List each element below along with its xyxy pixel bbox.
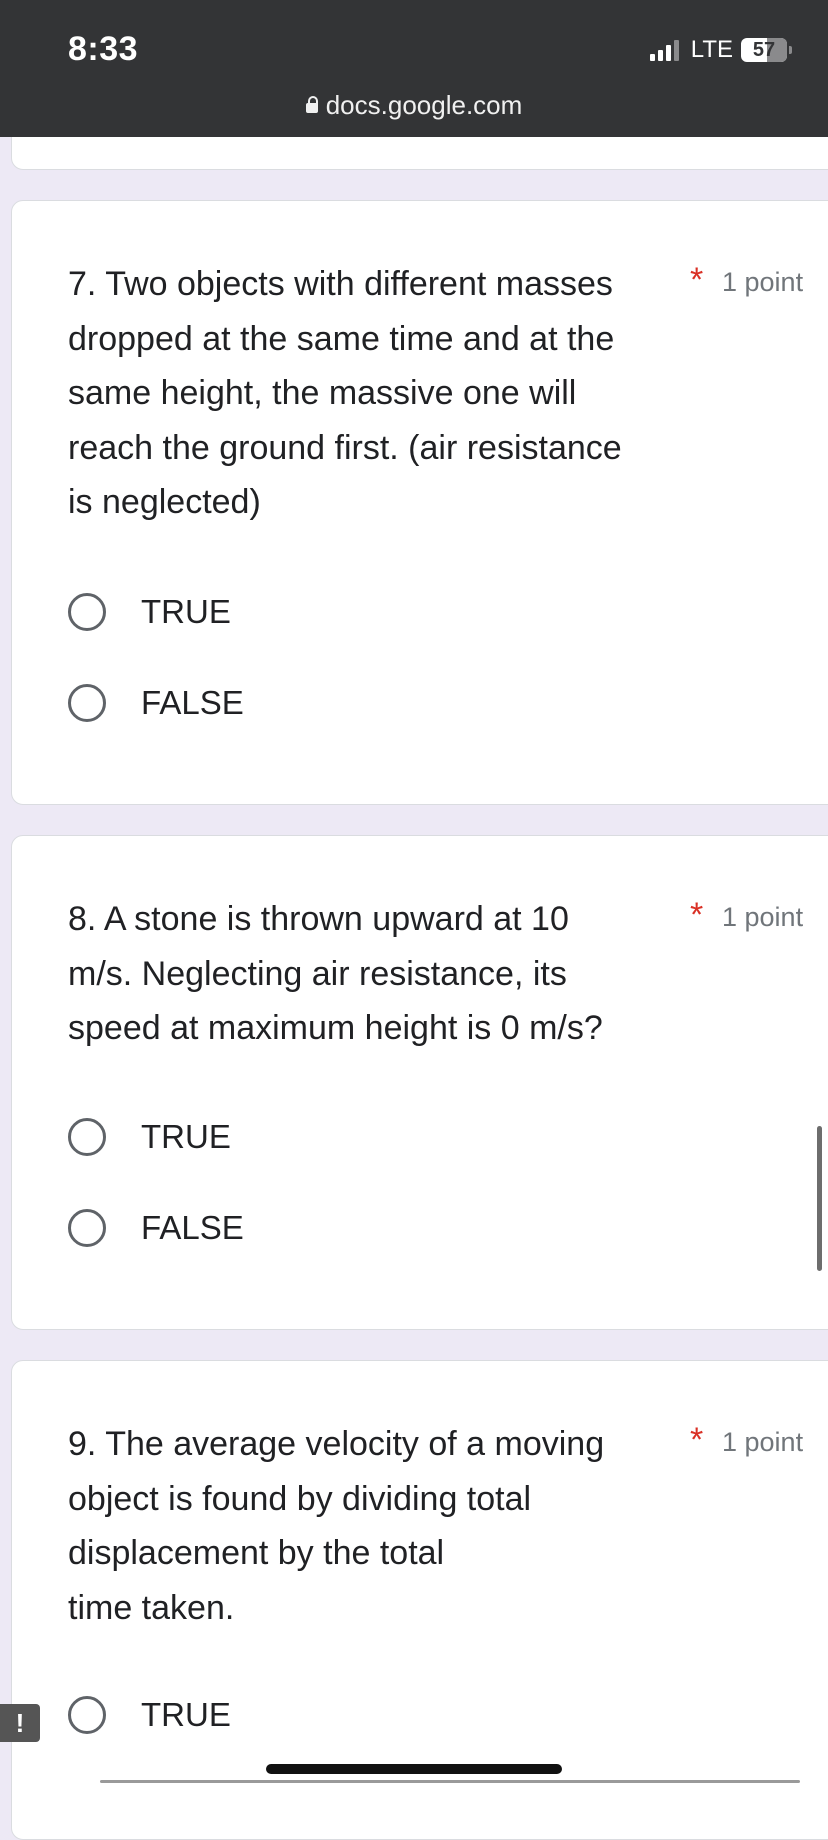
scroll-indicator[interactable] bbox=[817, 1126, 822, 1271]
radio-button[interactable] bbox=[68, 1209, 106, 1247]
radio-button[interactable] bbox=[68, 1118, 106, 1156]
option-label: FALSE bbox=[141, 684, 244, 721]
question-title: 7. Two objects with different masses dro… bbox=[68, 265, 622, 521]
question-card-8: 8. A stone is thrown upward at 10 m/s. N… bbox=[11, 835, 828, 1330]
question-title: 8. A stone is thrown upward at 10 m/s. N… bbox=[68, 900, 603, 1047]
lock-icon bbox=[305, 96, 318, 113]
option-label: TRUE bbox=[141, 1696, 231, 1733]
option-false[interactable]: FALSE bbox=[68, 1205, 244, 1251]
question-points: 1 point bbox=[722, 902, 804, 932]
question-points: 1 point bbox=[722, 267, 804, 297]
signal-icon bbox=[649, 39, 679, 61]
required-asterisk: * bbox=[690, 896, 704, 934]
network-type: LTE bbox=[690, 36, 733, 63]
bottom-toolbar-line bbox=[100, 1780, 800, 1783]
option-label: TRUE bbox=[141, 1118, 231, 1155]
url-bar[interactable]: docs.google.com bbox=[0, 90, 828, 121]
radio-button[interactable] bbox=[68, 684, 106, 722]
question-card-7: 7. Two objects with different masses dro… bbox=[11, 200, 828, 805]
url-domain: docs.google.com bbox=[325, 90, 523, 120]
question-points: 1 point bbox=[722, 1427, 804, 1457]
option-false[interactable]: FALSE bbox=[68, 680, 244, 726]
option-true[interactable]: TRUE bbox=[68, 1692, 231, 1738]
status-time: 8:33 bbox=[68, 30, 139, 68]
question-title: 9. The average velocity of a moving obje… bbox=[68, 1425, 605, 1627]
home-indicator[interactable] bbox=[266, 1764, 562, 1774]
option-label: TRUE bbox=[141, 593, 231, 630]
feedback-icon[interactable]: ! bbox=[0, 1704, 40, 1742]
radio-button[interactable] bbox=[68, 593, 106, 631]
status-indicators: LTE 57 bbox=[649, 36, 792, 64]
option-true[interactable]: TRUE bbox=[68, 589, 231, 635]
option-true[interactable]: TRUE bbox=[68, 1114, 231, 1160]
option-label: FALSE bbox=[141, 1209, 244, 1246]
radio-button[interactable] bbox=[68, 1696, 106, 1734]
required-asterisk: * bbox=[690, 1421, 704, 1459]
battery-icon: 57 bbox=[741, 38, 792, 62]
battery-level: 57 bbox=[752, 38, 776, 61]
browser-header: 8:33 LTE 57 docs.google.com bbox=[0, 0, 828, 137]
required-asterisk: * bbox=[690, 261, 704, 299]
